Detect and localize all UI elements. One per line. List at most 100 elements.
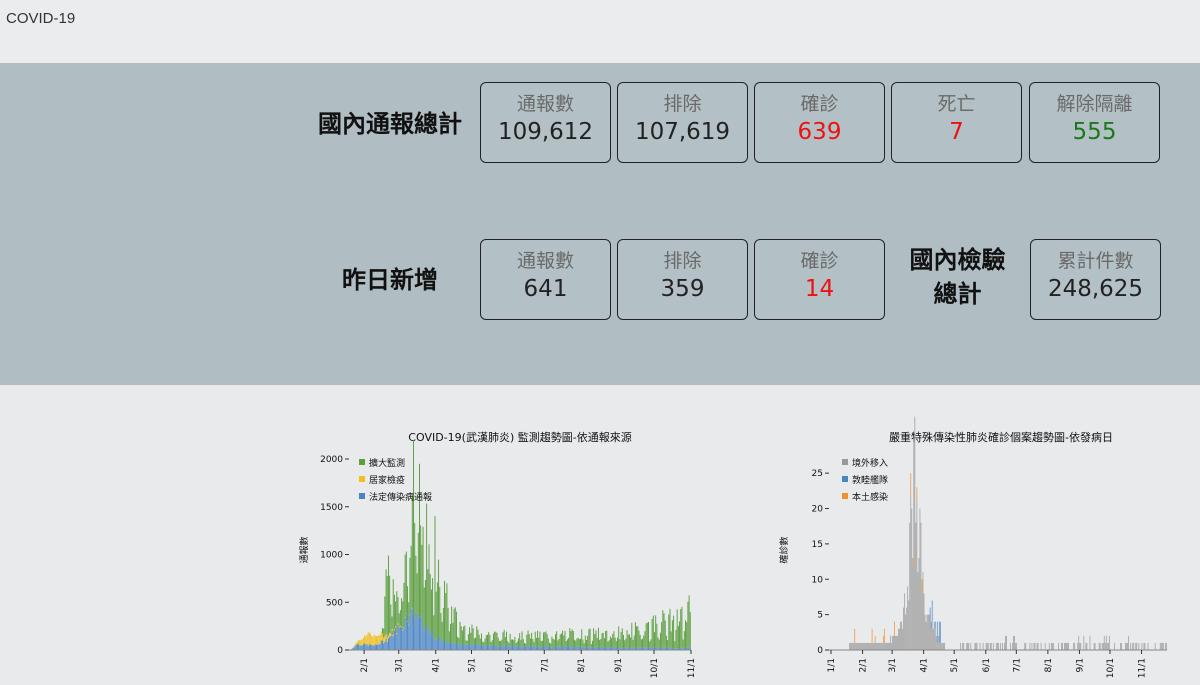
bar xyxy=(681,606,683,649)
bar xyxy=(414,619,416,650)
card-value: 641 xyxy=(523,276,568,302)
bar xyxy=(438,637,440,650)
bar xyxy=(445,641,447,650)
bar xyxy=(874,642,876,650)
bar xyxy=(420,525,422,618)
bar xyxy=(682,639,684,649)
bar xyxy=(1133,642,1135,650)
bar xyxy=(513,640,515,647)
bar xyxy=(355,642,357,645)
bar xyxy=(921,593,923,650)
bar xyxy=(1002,642,1003,650)
bar xyxy=(613,631,615,648)
bar xyxy=(547,638,549,647)
bar xyxy=(851,642,853,650)
bar xyxy=(552,638,554,648)
bar xyxy=(607,641,609,648)
bar xyxy=(621,628,623,648)
bar xyxy=(494,645,496,650)
bar xyxy=(570,631,572,648)
bar xyxy=(545,646,547,650)
y-tick-label: 10 xyxy=(812,575,824,585)
bar xyxy=(1105,635,1107,650)
bar xyxy=(868,642,870,650)
y-tick-label: 2000 xyxy=(320,455,343,465)
bar xyxy=(582,639,584,647)
bar xyxy=(490,642,492,646)
bar xyxy=(602,632,604,648)
bar xyxy=(1164,642,1166,650)
bar xyxy=(528,633,530,647)
card-yesterday-excluded: 排除 359 xyxy=(617,239,748,320)
bar xyxy=(471,624,473,647)
bar xyxy=(854,642,856,650)
bar xyxy=(541,646,543,650)
bar xyxy=(1079,642,1081,650)
bar xyxy=(568,646,570,650)
bar xyxy=(1094,642,1096,650)
bar xyxy=(640,639,642,648)
bar xyxy=(938,642,940,650)
bar xyxy=(411,609,413,650)
y-axis-label: 通報數 xyxy=(298,536,310,563)
bar xyxy=(387,555,389,636)
bar xyxy=(906,607,908,650)
bar xyxy=(912,565,914,650)
bar xyxy=(386,641,388,650)
bar xyxy=(894,635,895,650)
bar xyxy=(451,606,453,644)
bar xyxy=(514,636,516,646)
bar xyxy=(600,646,602,650)
bar xyxy=(1051,642,1053,650)
bar xyxy=(1089,635,1091,650)
bar xyxy=(515,642,517,647)
bar xyxy=(858,642,860,650)
bar xyxy=(1143,642,1145,650)
bar xyxy=(975,642,977,650)
bar xyxy=(512,646,513,650)
bar xyxy=(401,626,403,628)
bar xyxy=(1077,642,1079,650)
card-yesterday-confirmed: 確診 14 xyxy=(754,239,885,320)
bar xyxy=(619,639,621,649)
bar xyxy=(892,635,893,650)
bar xyxy=(467,644,469,650)
bar xyxy=(1029,642,1031,650)
bar xyxy=(487,634,488,646)
bar xyxy=(655,615,657,648)
bar xyxy=(478,644,480,650)
bar xyxy=(1103,635,1105,650)
bar xyxy=(997,642,999,650)
bar xyxy=(476,645,478,650)
bar xyxy=(365,636,367,645)
bar xyxy=(902,628,903,650)
bar xyxy=(476,626,478,646)
bar xyxy=(596,638,598,647)
bar xyxy=(492,633,494,645)
bar xyxy=(940,642,942,650)
bar xyxy=(402,601,404,630)
bar xyxy=(365,644,367,650)
bar xyxy=(453,608,455,644)
bar xyxy=(688,595,690,648)
bar xyxy=(574,639,576,648)
bar xyxy=(854,628,856,643)
bar xyxy=(426,503,428,624)
bar xyxy=(433,638,435,650)
bar xyxy=(891,642,892,650)
bar xyxy=(506,646,508,650)
bar xyxy=(502,645,504,650)
bar xyxy=(1005,635,1006,650)
bar xyxy=(519,633,521,648)
bar xyxy=(925,621,927,650)
bar xyxy=(380,631,382,641)
bar xyxy=(680,609,682,648)
bar xyxy=(368,644,370,650)
bar xyxy=(429,574,431,635)
bar xyxy=(430,589,432,633)
tests-label-line1: 國內檢驗 xyxy=(909,246,1006,274)
legend-label: 敦睦艦隊 xyxy=(852,474,888,486)
bar xyxy=(509,645,511,650)
bar xyxy=(559,634,561,647)
bar xyxy=(578,646,580,650)
